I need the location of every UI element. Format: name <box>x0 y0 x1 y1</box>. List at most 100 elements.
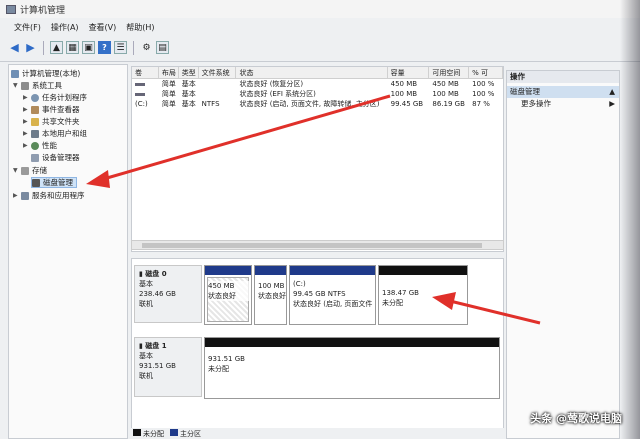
scrollbar-thumb[interactable] <box>142 243 482 248</box>
tree-root[interactable]: 计算机管理(本地) <box>11 68 80 79</box>
table-row[interactable]: (C:) 简单 基本 NTFS 状态良好 (启动, 页面文件, 故障转储, 主分… <box>132 99 503 109</box>
disk-icon <box>32 178 40 187</box>
col-volume[interactable]: 卷 <box>132 67 159 78</box>
cell-filesystem <box>199 79 237 89</box>
list-view-icon[interactable]: ☰ <box>114 41 127 54</box>
cell-filesystem <box>199 89 237 99</box>
chevron-right-icon[interactable]: ▶ <box>23 142 31 149</box>
partition-label: (C:) <box>293 280 306 288</box>
tree-services-label: 服务和应用程序 <box>32 191 85 200</box>
cell-type: 基本 <box>181 90 196 98</box>
photo-edge-shadow <box>620 0 640 439</box>
partition-c[interactable]: (C:) 99.45 GB NTFS 状态良好 (启动, 页面文件 <box>289 265 376 325</box>
forward-arrow-icon[interactable]: ▶ <box>24 41 37 54</box>
services-icon <box>21 191 29 200</box>
tree-disk-management[interactable]: 磁盘管理 <box>31 177 77 188</box>
col-status[interactable]: 状态 <box>236 67 388 78</box>
chevron-right-icon[interactable]: ▶ <box>23 118 31 125</box>
menu-bar: 文件(F) 操作(A) 查看(V) 帮助(H) <box>0 20 640 34</box>
partition-efi[interactable]: 100 MB 状态良好 <box>254 265 287 325</box>
chevron-right-icon[interactable]: ▶ <box>23 106 31 113</box>
chevron-right-icon[interactable]: ▶ <box>23 130 31 137</box>
help-icon[interactable]: ? <box>98 41 111 54</box>
console-tree: 计算机管理(本地) ▼ 系统工具 ▶ 任务计划程序 ▶ 事件查看器 ▶ 共享文件… <box>8 64 128 439</box>
more-actions[interactable]: 更多操作 ▶ <box>507 98 619 110</box>
details-view-icon[interactable]: ▤ <box>156 41 169 54</box>
disk-1-type: 基本 <box>139 352 153 360</box>
chevron-right-icon[interactable]: ▶ <box>13 192 21 199</box>
chevron-right-icon: ▶ <box>609 99 615 108</box>
col-type[interactable]: 类型 <box>179 67 199 78</box>
chevron-down-icon[interactable]: ▼ <box>13 82 21 89</box>
key-icon[interactable]: ⚙ <box>140 41 153 54</box>
partition-unallocated-0[interactable]: 138.47 GB 未分配 <box>378 265 468 325</box>
legend-primary: 主分区 <box>170 428 201 439</box>
tree-device-manager[interactable]: 设备管理器 <box>31 152 80 163</box>
cell-capacity: 450 MB <box>390 80 418 88</box>
disk-1-name: 磁盘 1 <box>145 342 167 350</box>
tree-shared-folders[interactable]: ▶ 共享文件夹 <box>23 116 80 127</box>
cell-free-space: 450 MB <box>432 80 459 88</box>
up-folder-icon[interactable]: ▲ <box>50 41 63 54</box>
table-row[interactable]: 简单 基本 状态良好 (EFI 系统分区) 100 MB 100 MB 100 … <box>132 89 503 99</box>
cell-layout: 简单 <box>161 80 176 88</box>
col-capacity[interactable]: 容量 <box>388 67 430 78</box>
window-title: 计算机管理 <box>20 5 66 16</box>
disk-0-label[interactable]: ▮ 磁盘 0 基本 238.46 GB 联机 <box>134 265 202 323</box>
collapse-up-icon[interactable]: ▲ <box>609 86 615 98</box>
computer-management-icon <box>6 4 16 14</box>
menu-file[interactable]: 文件(F) <box>14 22 41 33</box>
col-free-space[interactable]: 可用空间 <box>429 67 470 78</box>
back-arrow-icon[interactable]: ◀ <box>8 41 21 54</box>
partition-recovery[interactable]: 450 MB 状态良好 <box>204 265 252 325</box>
partition-unallocated-1[interactable]: 931.51 GB 未分配 <box>204 337 500 399</box>
disk-1-status: 联机 <box>139 372 153 380</box>
tree-system-tools[interactable]: ▼ 系统工具 <box>13 80 62 91</box>
chevron-right-icon[interactable]: ▶ <box>23 94 31 101</box>
disk-0-size: 238.46 GB <box>139 290 176 298</box>
more-actions-label: 更多操作 <box>521 99 551 108</box>
volume-list-scrollbar[interactable] <box>131 240 504 250</box>
disk-1-label[interactable]: ▮ 磁盘 1 基本 931.51 GB 联机 <box>134 337 202 397</box>
col-filesystem[interactable]: 文件系统 <box>199 67 237 78</box>
chevron-down-icon[interactable]: ▼ <box>13 167 21 174</box>
col-layout[interactable]: 布局 <box>159 67 179 78</box>
table-row[interactable]: 简单 基本 状态良好 (恢复分区) 450 MB 450 MB 100 % <box>132 79 503 89</box>
clock-icon <box>31 93 39 102</box>
legend-primary-label: 主分区 <box>180 429 201 438</box>
actions-section-label: 磁盘管理 <box>510 87 540 96</box>
tree-task-scheduler[interactable]: ▶ 任务计划程序 <box>23 92 87 103</box>
tree-event-viewer-label: 事件查看器 <box>42 105 80 114</box>
actions-section-disk-management[interactable]: 磁盘管理 ▲ <box>507 86 619 98</box>
cell-type: 基本 <box>181 80 196 88</box>
tree-services[interactable]: ▶ 服务和应用程序 <box>13 190 85 201</box>
cell-volume: (C:) <box>135 100 148 108</box>
toolbar-separator <box>133 40 134 55</box>
tree-event-viewer[interactable]: ▶ 事件查看器 <box>23 104 80 115</box>
menu-view[interactable]: 查看(V) <box>89 22 117 33</box>
cell-percent-free: 87 % <box>472 100 490 108</box>
partition-status: 未分配 <box>382 299 403 307</box>
cell-filesystem: NTFS <box>201 100 220 108</box>
partition-status: 未分配 <box>208 365 229 373</box>
tree-device-manager-label: 设备管理器 <box>42 153 80 162</box>
tools-icon <box>21 81 29 90</box>
partition-status: 状态良好 <box>208 292 236 300</box>
cell-free-space: 100 MB <box>432 90 459 98</box>
tree-local-users[interactable]: ▶ 本地用户和组 <box>23 128 87 139</box>
tree-storage-label: 存储 <box>32 166 47 175</box>
console-tree-icon[interactable]: ▦ <box>66 41 79 54</box>
tree-performance-label: 性能 <box>42 141 57 150</box>
computer-icon <box>11 69 19 78</box>
col-percent-free[interactable]: % 可 <box>469 67 503 78</box>
volume-icon <box>132 89 159 99</box>
tree-performance[interactable]: ▶ 性能 <box>23 140 57 151</box>
disk-0-name: 磁盘 0 <box>145 270 167 278</box>
menu-action[interactable]: 操作(A) <box>51 22 79 33</box>
properties-icon[interactable]: ▣ <box>82 41 95 54</box>
partition-status: 状态良好 <box>258 292 286 300</box>
performance-icon <box>31 141 39 150</box>
tree-storage[interactable]: ▼ 存储 <box>13 165 47 176</box>
cell-layout: 简单 <box>161 100 176 108</box>
menu-help[interactable]: 帮助(H) <box>126 22 154 33</box>
